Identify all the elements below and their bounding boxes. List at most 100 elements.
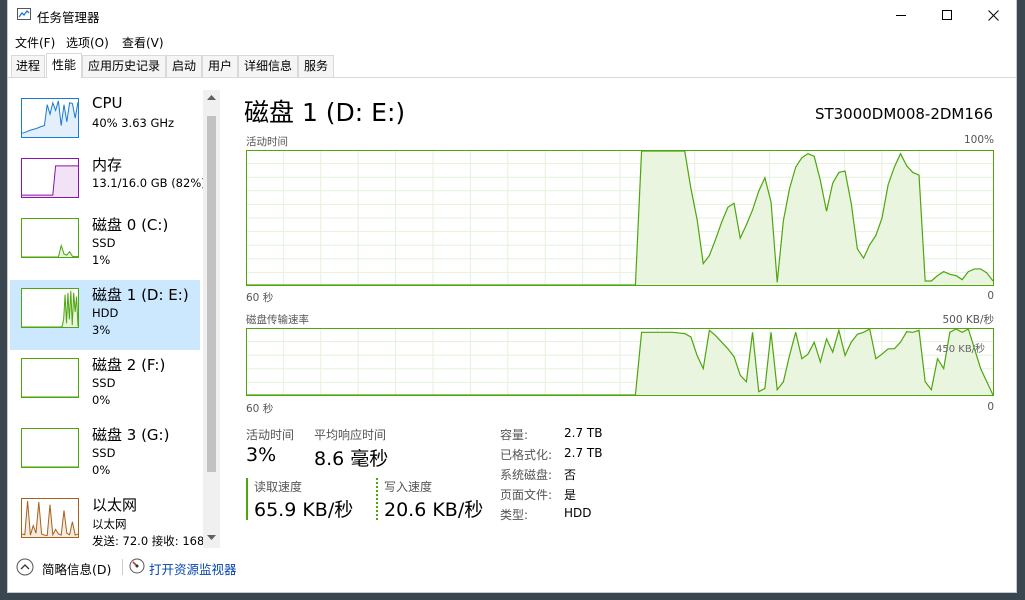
disk-3-thumbnail-graph [21, 428, 79, 468]
disk-2-thumbnail-graph [21, 358, 79, 398]
menu-view[interactable]: 查看(V) [122, 34, 164, 51]
sidebar-item-usage: 发送: 72.0 接收: 168 [92, 534, 205, 548]
resource-sidebar: CPU 40% 3.63 GHz 内存 13.1/16.0 GB (82%) 磁… [8, 78, 220, 548]
sidebar-item-title: 磁盘 0 (C:) [92, 216, 169, 234]
task-manager-window: 任务管理器 文件(F) 选项(O) 查看(V) 进程 性能 应用历史记录 启动 … [8, 0, 1016, 592]
close-button[interactable] [970, 0, 1016, 30]
capacity-value: 2.7 TB [564, 426, 603, 440]
sidebar-item-disk-3[interactable]: 磁盘 3 (G:) SSD 0% [10, 420, 200, 490]
read-speed-indicator [246, 478, 248, 520]
scroll-up-icon[interactable] [207, 94, 216, 100]
response-time-stat-label: 平均响应时间 [314, 428, 387, 442]
transfer-rate-min-label: 0 [987, 401, 994, 413]
menu-file[interactable]: 文件(F) [15, 34, 55, 51]
scroll-thumb[interactable] [207, 116, 216, 472]
write-speed-label: 写入速度 [384, 480, 433, 494]
active-time-max-label: 100% [963, 134, 994, 146]
disk-1-thumbnail-graph [21, 288, 79, 328]
sidebar-item-title: 磁盘 3 (G:) [92, 426, 170, 444]
ethernet-thumbnail-graph [21, 498, 79, 538]
tab-app-history[interactable]: 应用历史记录 [82, 55, 166, 77]
thumbnail-border [21, 428, 79, 468]
minimize-button[interactable] [878, 0, 924, 30]
type-value: HDD [564, 506, 592, 520]
tab-performance[interactable]: 性能 [46, 53, 82, 78]
transfer-rate-duration-label: 60 秒 [246, 403, 274, 415]
read-speed-value: 65.9 KB/秒 [254, 499, 354, 521]
active-time-stat-label: 活动时间 [246, 428, 295, 442]
active-time-graph [246, 150, 994, 286]
thumbnail-area [22, 165, 78, 198]
title-bar[interactable]: 任务管理器 [8, 0, 1016, 30]
disk-title: 磁盘 1 (D: E:) [244, 98, 406, 127]
sidebar-item-ethernet[interactable]: 以太网 以太网 发送: 72.0 接收: 168 [10, 490, 204, 548]
sidebar-item-usage: 1% [92, 253, 111, 267]
sidebar-item-type: 以太网 [92, 517, 127, 531]
tab-startup[interactable]: 启动 [166, 55, 202, 77]
active-time-min-label: 0 [987, 290, 994, 302]
system-disk-label: 系统磁盘: [500, 468, 553, 482]
maximize-icon [941, 9, 952, 20]
sidebar-item-disk-1[interactable]: 磁盘 1 (D: E:) HDD 3% [10, 280, 200, 350]
transfer-rate-graph [246, 328, 994, 396]
active-time-duration-label: 60 秒 [246, 292, 274, 304]
close-icon [987, 9, 999, 21]
transfer-rate-max-label: 500 KB/秒 [942, 314, 994, 326]
sidebar-item-title: 内存 [92, 156, 123, 174]
transfer-rate-graph-label: 磁盘传输速率 [246, 314, 309, 326]
formatted-value: 2.7 TB [564, 446, 603, 460]
chevron-up-circle-icon [16, 558, 34, 576]
capacity-label: 容量: [500, 428, 529, 442]
scroll-down-icon[interactable] [207, 535, 216, 541]
formatted-label: 已格式化: [500, 448, 553, 462]
response-time-stat-value: 8.6 毫秒 [314, 448, 389, 470]
sidebar-scrollbar[interactable] [203, 90, 220, 548]
sidebar-item-type: SSD [92, 236, 116, 250]
disk-0-thumbnail-graph [21, 218, 79, 258]
fewer-details-label: 简略信息(D) [42, 562, 112, 577]
minimize-icon [895, 14, 906, 16]
maximize-button[interactable] [924, 0, 970, 30]
sidebar-item-usage: 0% [92, 393, 111, 407]
read-speed-label: 读取速度 [254, 480, 303, 494]
tab-details[interactable]: 详细信息 [238, 55, 298, 77]
sidebar-item-type: HDD [92, 306, 119, 320]
sidebar-item-usage: 0% [92, 463, 111, 477]
cpu-thumbnail-graph [21, 98, 79, 138]
menu-options[interactable]: 选项(O) [66, 34, 109, 51]
menu-bar: 文件(F) 选项(O) 查看(V) [8, 30, 1016, 52]
sidebar-item-type: SSD [92, 446, 116, 460]
sidebar-item-title: 磁盘 1 (D: E:) [92, 286, 189, 304]
tab-users[interactable]: 用户 [202, 55, 238, 77]
tab-services[interactable]: 服务 [298, 55, 334, 77]
sidebar-item-type: SSD [92, 376, 116, 390]
sidebar-item-title: CPU [92, 94, 123, 112]
page-file-value: 是 [564, 488, 577, 502]
sidebar-item-usage: 3% [92, 323, 111, 337]
sidebar-item-detail: 40% 3.63 GHz [92, 116, 175, 130]
sidebar-item-detail: 13.1/16.0 GB (82%) [92, 176, 206, 190]
transfer-rate-scale-marker: 450 KB/秒 [936, 344, 986, 355]
thumbnail-border [21, 358, 79, 398]
sidebar-item-title: 以太网 [92, 496, 138, 514]
write-speed-value: 20.6 KB/秒 [384, 499, 484, 521]
page-file-label: 页面文件: [500, 488, 553, 502]
window-title: 任务管理器 [37, 10, 100, 25]
disk-model: ST3000DM008-2DM166 [814, 105, 993, 123]
sidebar-item-disk-0[interactable]: 磁盘 0 (C:) SSD 1% [10, 210, 200, 280]
sidebar-item-title: 磁盘 2 (F:) [92, 356, 166, 374]
sidebar-item-disk-2[interactable]: 磁盘 2 (F:) SSD 0% [10, 350, 200, 420]
type-label: 类型: [500, 508, 529, 522]
task-manager-app-icon [17, 8, 31, 20]
tab-processes[interactable]: 进程 [11, 55, 45, 77]
resource-monitor-icon [129, 558, 145, 574]
memory-thumbnail-graph [21, 158, 79, 198]
tab-bar: 进程 性能 应用历史记录 启动 用户 详细信息 服务 [8, 53, 1016, 78]
active-time-stat-value: 3% [246, 444, 277, 466]
write-speed-indicator [376, 478, 378, 520]
footer-bar: 简略信息(D) 打开资源监视器 [8, 552, 1016, 584]
thumbnail-area [22, 100, 78, 138]
system-disk-value: 否 [564, 468, 577, 482]
active-time-graph-label: 活动时间 [246, 136, 288, 148]
open-resource-monitor-label: 打开资源监视器 [149, 562, 237, 577]
